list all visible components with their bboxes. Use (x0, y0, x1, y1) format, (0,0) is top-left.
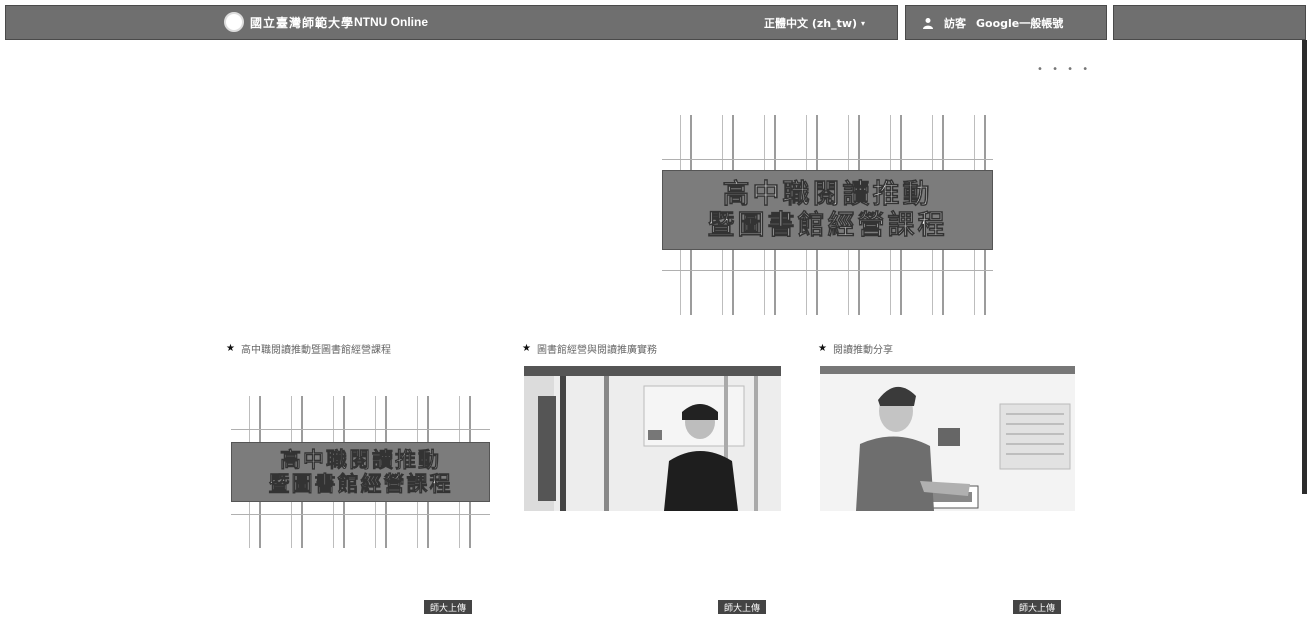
language-label: 正體中文 (zh_tw) (764, 17, 858, 30)
course-card-title[interactable]: ★ 圖書館經營與閱讀推廣實務 (522, 341, 657, 356)
language-selector[interactable]: 正體中文 (zh_tw) ▾ (764, 15, 865, 31)
course-title-text: 閱讀推動分享 (832, 345, 893, 356)
course-thumbnail[interactable]: 高中職閱讀推動 暨圖書館經營課程 (231, 396, 490, 548)
course-title-text: 高中職閱讀推動暨圖書館經營課程 (240, 345, 391, 356)
thumbnail-title-line2: 暨圖書館經營課程 (268, 472, 453, 497)
speaker-video-frame (820, 366, 1075, 511)
course-card-title[interactable]: ★ 閱讀推動分享 (818, 341, 893, 356)
featured-banner-text: 高中職閱讀推動 暨圖書館經營課程 (662, 170, 993, 250)
person-icon (922, 17, 934, 29)
video-thumbnail[interactable] (524, 366, 781, 511)
logo-text: 國立臺灣師範大學 (250, 15, 355, 30)
lecturer-video-frame (524, 366, 781, 511)
featured-course-banner[interactable]: 高中職閱讀推動 暨圖書館經營課程 (662, 115, 993, 315)
user-bar: 訪客 Google一般帳號 (905, 5, 1107, 40)
logo-emblem-icon (224, 12, 244, 32)
google-login-link[interactable]: Google一般帳號 (976, 15, 1063, 31)
featured-title-line1: 高中職閱讀推動 (722, 178, 933, 211)
course-title-text: 圖書館經營與閱讀推廣實務 (536, 345, 657, 356)
site-name[interactable]: NTNU Online (354, 15, 428, 29)
course-card-title[interactable]: ★ 高中職閱讀推動暨圖書館經營課程 (226, 341, 391, 356)
featured-title-line2: 暨圖書館經營課程 (707, 210, 948, 242)
right-frame-border (1302, 40, 1307, 494)
top-nav-bar: 國立臺灣師範大學 NTNU Online 正體中文 (zh_tw) ▾ (5, 5, 898, 40)
thumbnail-banner-text: 高中職閱讀推動 暨圖書館經營課程 (231, 442, 490, 502)
site-logo[interactable]: 國立臺灣師範大學 (224, 12, 354, 32)
star-icon: ★ (522, 343, 531, 354)
chevron-down-icon: ▾ (861, 18, 866, 28)
upload-button[interactable]: 師大上傳 (718, 600, 767, 614)
user-name: 訪客 (944, 16, 966, 30)
star-icon: ★ (226, 343, 235, 354)
upload-button[interactable]: 師大上傳 (424, 600, 473, 614)
star-icon: ★ (818, 343, 827, 354)
thumbnail-title-line1: 高中職閱讀推動 (280, 447, 441, 473)
more-menu-dots[interactable]: • • • • (1037, 64, 1091, 75)
top-bar-extension (1113, 5, 1306, 40)
upload-button[interactable]: 師大上傳 (1013, 600, 1062, 614)
video-thumbnail[interactable] (820, 366, 1075, 511)
